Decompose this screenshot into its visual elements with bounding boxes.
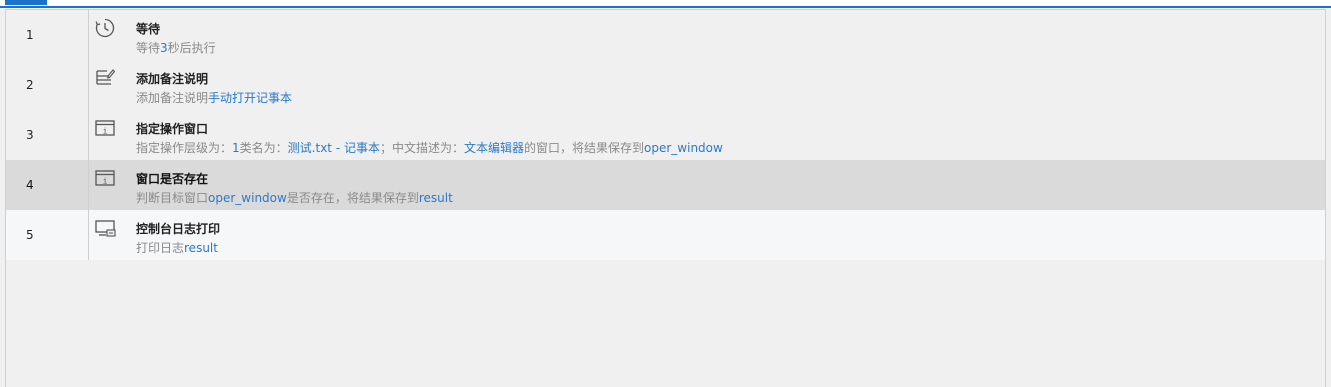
- step-param-value: result: [418, 191, 453, 205]
- step-description-text: 秒后执行: [167, 41, 216, 55]
- step-param-value: oper_window: [644, 141, 723, 155]
- step-description: 打印日志result: [136, 239, 218, 256]
- step-number-cell: 2: [6, 60, 89, 110]
- step-number-cell: 4: [6, 160, 89, 210]
- step-description-text: 的窗口，将结果保存到: [524, 141, 645, 155]
- step-description-text: ；中文描述为：: [379, 141, 464, 155]
- step-description-text: 打印日志: [136, 241, 185, 255]
- step-row[interactable]: 5 控制台日志打印 打印日志result: [6, 210, 1325, 260]
- svg-text:i: i: [103, 126, 108, 135]
- step-number: 4: [26, 178, 34, 192]
- svg-text:i: i: [103, 176, 108, 185]
- step-param-value: 3: [160, 41, 168, 55]
- console-print-icon: [94, 217, 116, 239]
- step-description: 等待3秒后执行: [136, 39, 216, 56]
- step-description-text: 判断目标窗口: [136, 191, 209, 205]
- top-tab-bar: [0, 0, 1331, 8]
- step-title: 等待: [136, 22, 161, 36]
- step-number-cell: 5: [6, 210, 89, 260]
- step-description-text: 等待: [136, 41, 161, 55]
- step-description-text: 是否存在，将结果保存到: [286, 191, 419, 205]
- window-icon: i: [94, 167, 116, 189]
- step-row[interactable]: 4 i 窗口是否存在 判断目标窗口oper_window是否存在，将结果保存到resu…: [6, 160, 1325, 210]
- step-param-value: result: [184, 241, 218, 255]
- step-title: 指定操作窗口: [136, 122, 209, 136]
- step-number-cell: 3: [6, 110, 89, 160]
- step-param-value: oper_window: [208, 191, 287, 205]
- step-description: 添加备注说明手动打开记事本: [136, 89, 292, 106]
- step-param-value: 测试.txt - 记事本: [287, 141, 380, 155]
- step-number: 2: [26, 78, 34, 92]
- step-row[interactable]: 2 添加备注说明 添加备注说明手动打开记事本: [6, 60, 1325, 110]
- step-param-value: 手动打开记事本: [208, 91, 293, 105]
- step-description-text: 类名为：: [239, 141, 288, 155]
- step-row[interactable]: 1 等待 等待3秒后执行: [6, 10, 1325, 60]
- step-description: 指定操作层级为：1类名为：测试.txt - 记事本；中文描述为：文本编辑器的窗口…: [136, 139, 723, 156]
- step-param-value: 文本编辑器: [463, 141, 524, 155]
- step-rows: 1 等待 等待3秒后执行 2 添加备注说明 添加备注说明手动打开记事本 3 i 指定操作窗口 指定…: [6, 10, 1325, 260]
- clock-icon: [94, 17, 116, 39]
- step-number: 5: [26, 228, 34, 242]
- step-number: 1: [26, 28, 34, 42]
- step-title: 窗口是否存在: [136, 172, 209, 186]
- step-number-cell: 1: [6, 10, 89, 60]
- step-title: 添加备注说明: [136, 72, 209, 86]
- step-description-text: 指定操作层级为：: [136, 141, 233, 155]
- step-number: 3: [26, 128, 34, 142]
- step-param-value: 1: [232, 141, 240, 155]
- window-icon: i: [94, 117, 116, 139]
- step-description: 判断目标窗口oper_window是否存在，将结果保存到result: [136, 189, 453, 206]
- active-tab-indicator[interactable]: [5, 0, 47, 5]
- step-title: 控制台日志打印: [136, 222, 221, 236]
- step-row[interactable]: 3 i 指定操作窗口指定操作层级为：1类名为：测试.txt - 记事本；中文描述为：…: [6, 110, 1325, 160]
- flow-step-list: 1 等待 等待3秒后执行 2 添加备注说明 添加备注说明手动打开记事本 3 i 指定操作窗口 指定…: [5, 9, 1326, 387]
- note-edit-icon: [94, 67, 116, 89]
- step-description-text: 添加备注说明: [136, 91, 209, 105]
